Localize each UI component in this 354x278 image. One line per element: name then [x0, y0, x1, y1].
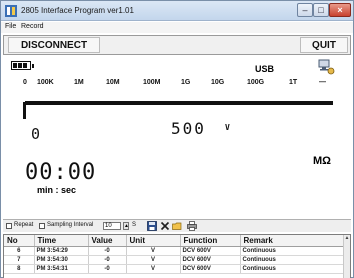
scale-label-1g: 1G — [181, 79, 191, 86]
scale-label-10m: 10M — [106, 79, 120, 86]
scale-label-1t: 1T — [289, 79, 298, 86]
cell-value: -0 — [88, 246, 127, 256]
sampling-interval-input[interactable]: 10 — [103, 222, 121, 230]
cell-remark: Continuous — [240, 255, 345, 265]
cell-function: DCV 600V — [180, 264, 241, 274]
repeat-checkbox[interactable] — [6, 223, 12, 229]
scale-label-over: — — [319, 79, 326, 86]
options-bar: Repeat Sampling Interval 10 ▲ S — [3, 219, 351, 232]
voltage-value: 500 — [171, 119, 206, 138]
pc-connection-icon — [318, 59, 335, 75]
toolbar: DISCONNECT QUIT — [3, 35, 351, 55]
scale-label-0: 0 — [23, 79, 27, 86]
title-bar[interactable]: 2805 Interface Program ver1.01 – □ × — [1, 1, 353, 21]
meter-display: USB 0 100K 1M 10M 100M 1G 10G 100G 1T — … — [3, 57, 351, 217]
cell-function: DCV 600V — [180, 246, 241, 256]
disconnect-button[interactable]: DISCONNECT — [8, 37, 100, 53]
table-header-row: No Time Value Unit Function Remark — [4, 235, 345, 247]
cell-time: PM 3:54:29 — [34, 246, 89, 256]
sampling-interval-checkbox[interactable] — [39, 223, 45, 229]
cell-no: 8 — [4, 264, 35, 274]
column-header-time[interactable]: Time — [34, 235, 89, 247]
minimize-button[interactable]: – — [297, 3, 313, 17]
cell-no: 6 — [4, 246, 35, 256]
app-icon — [5, 5, 17, 17]
table-row[interactable]: 8 PM 3:54:31 -0 V DCV 600V Continuous — [4, 264, 345, 274]
resistance-unit: MΩ — [313, 155, 331, 167]
sampling-interval-label: Sampling Interval — [47, 222, 94, 228]
print-icon[interactable] — [187, 221, 197, 231]
column-header-unit[interactable]: Unit — [126, 235, 181, 247]
range-digit: 0 — [31, 125, 41, 143]
bargraph — [25, 101, 333, 105]
repeat-label: Repeat — [14, 222, 34, 228]
window-title: 2805 Interface Program ver1.01 — [21, 6, 134, 15]
cell-remark: Continuous — [240, 246, 345, 256]
cell-unit: V — [126, 255, 181, 265]
menu-file[interactable]: File — [5, 23, 16, 30]
column-header-no[interactable]: No — [4, 235, 35, 247]
cell-time: PM 3:54:30 — [34, 255, 89, 265]
save-icon[interactable] — [147, 221, 157, 231]
column-header-function[interactable]: Function — [180, 235, 241, 247]
scale-label-100k: 100K — [37, 79, 54, 86]
cell-value: -0 — [88, 255, 127, 265]
quit-button[interactable]: QUIT — [300, 37, 348, 53]
interval-spinner[interactable]: ▲ — [123, 222, 129, 230]
scale-label-100m: 100M — [143, 79, 161, 86]
interval-unit-label: S — [132, 222, 137, 228]
cell-unit: V — [126, 264, 181, 274]
app-window: 2805 Interface Program ver1.01 – □ × Fil… — [0, 0, 354, 278]
open-folder-icon[interactable] — [172, 221, 182, 231]
usb-indicator: USB — [255, 64, 275, 74]
column-header-value[interactable]: Value — [88, 235, 127, 247]
scale-label-1m: 1M — [74, 79, 84, 86]
maximize-button[interactable]: □ — [313, 3, 329, 17]
delete-icon[interactable] — [160, 221, 170, 231]
menu-record[interactable]: Record — [21, 23, 44, 30]
table-row[interactable]: 6 PM 3:54:29 -0 V DCV 600V Continuous — [4, 246, 345, 256]
range-scale: 0 100K 1M 10M 100M 1G 10G 100G 1T — — [3, 75, 351, 119]
timer-caption: min : sec — [37, 185, 77, 195]
table-scrollbar[interactable]: ▲ — [343, 235, 350, 278]
table-row[interactable]: 7 PM 3:54:30 -0 V DCV 600V Continuous — [4, 255, 345, 265]
cell-no: 7 — [4, 255, 35, 265]
scale-label-10g: 10G — [211, 79, 225, 86]
cell-value: -0 — [88, 264, 127, 274]
data-table: No Time Value Unit Function Remark 6 PM … — [3, 234, 351, 278]
timer-display: 00:00 — [25, 160, 97, 185]
scroll-up-arrow-icon[interactable]: ▲ — [344, 235, 350, 243]
cell-function: DCV 600V — [180, 255, 241, 265]
cell-unit: V — [126, 246, 181, 256]
menu-bar: File Record — [1, 22, 353, 33]
close-button[interactable]: × — [329, 3, 351, 17]
battery-icon — [11, 61, 34, 70]
cell-remark: Continuous — [240, 264, 345, 274]
column-header-remark[interactable]: Remark — [240, 235, 345, 247]
scale-label-100g: 100G — [247, 79, 265, 86]
cell-time: PM 3:54:31 — [34, 264, 89, 274]
voltage-unit: V — [225, 123, 230, 132]
